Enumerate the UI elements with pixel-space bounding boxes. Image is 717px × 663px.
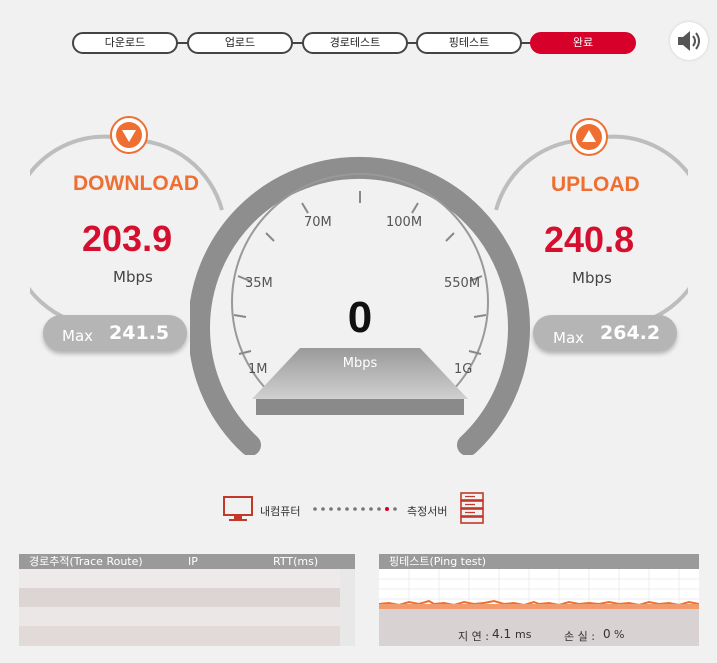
upload-max-pill: Max 264.2 (533, 315, 677, 351)
table-row (19, 569, 340, 588)
table-row (19, 588, 340, 607)
trace-route-scrollbar[interactable] (340, 569, 355, 646)
ping-chart (379, 569, 699, 646)
gauge-base (256, 399, 464, 415)
table-row (19, 607, 340, 626)
download-speed: 203.9 (82, 218, 173, 259)
sound-toggle-button[interactable] (670, 22, 708, 60)
tick-1m: 1M (248, 362, 268, 377)
ping-test-panel: 핑테스트(Ping test) 지 연 : 4.1 ms 손 실 : 0 % (379, 554, 699, 646)
gauge-current-value: 0 (347, 293, 373, 342)
ping-test-header: 핑테스트(Ping test) (379, 554, 699, 569)
download-max-pill: Max 241.5 (43, 315, 187, 351)
step-upload: 업로드 (187, 32, 293, 54)
computer-icon (223, 496, 253, 521)
speaker-icon (678, 31, 700, 51)
tick-35m: 35M (245, 276, 273, 291)
ping-loss-unit: % (614, 628, 625, 641)
server-label: 측정서버 (407, 505, 448, 518)
upload-badge (570, 118, 608, 156)
tick-70m: 70M (304, 215, 332, 230)
my-computer-label: 내컴퓨터 (260, 505, 301, 518)
table-row (19, 626, 340, 646)
upload-max-value: 264.2 (600, 322, 661, 344)
download-max-label: Max (62, 327, 94, 345)
ping-latency-unit: ms (515, 628, 532, 641)
trace-route-col-route: 경로추적(Trace Route) (29, 555, 143, 568)
step-ping-test: 핑테스트 (416, 32, 522, 54)
upload-max-label: Max (553, 329, 585, 347)
step-progress: 다운로드 업로드 경로테스트 핑테스트 완료 (72, 32, 636, 54)
trace-route-header: 경로추적(Trace Route) IP RTT(ms) (19, 554, 355, 569)
gauge-unit: Mbps (342, 356, 378, 371)
step-complete: 완료 (530, 32, 636, 54)
download-title: DOWNLOAD (73, 172, 199, 195)
trace-route-col-rtt: RTT(ms) (273, 555, 319, 568)
download-max-value: 241.5 (109, 322, 170, 344)
step-download: 다운로드 (72, 32, 178, 54)
trace-route-panel: 경로추적(Trace Route) IP RTT(ms) (19, 554, 355, 646)
ping-test-title: 핑테스트(Ping test) (389, 555, 487, 568)
upload-speed: 240.8 (544, 219, 635, 260)
upload-arrow-icon (576, 124, 602, 150)
step-route-test: 경로테스트 (302, 32, 408, 54)
tick-100m: 100M (386, 215, 423, 230)
tick-1g: 1G (454, 362, 473, 377)
upload-unit: Mbps (572, 269, 612, 287)
download-unit: Mbps (113, 268, 153, 286)
ping-latency-label: 지 연 : (458, 630, 489, 643)
connection-dots (313, 507, 397, 511)
trace-route-body[interactable] (19, 569, 340, 646)
download-badge (110, 116, 148, 154)
trace-route-col-ip: IP (188, 555, 198, 568)
ping-latency-value: 4.1 (492, 627, 512, 641)
ping-loss-value: 0 (603, 627, 611, 641)
download-arrow-icon (116, 122, 142, 148)
tick-550m: 550M (444, 276, 481, 291)
ping-loss-label: 손 실 : (564, 630, 595, 643)
upload-title: UPLOAD (551, 173, 640, 196)
server-icon (460, 492, 484, 524)
